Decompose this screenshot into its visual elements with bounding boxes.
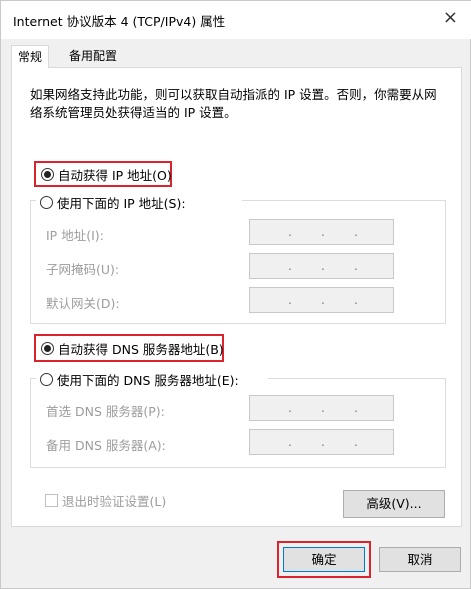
dns-manual-radio[interactable] (40, 372, 53, 386)
general-tab-panel: 如果网络支持此功能，则可以获取自动指派的 IP 设置。否则，你需要从网 络系统管… (11, 67, 462, 527)
dialog-window: Internet 协议版本 4 (TCP/IPv4) 属性 × 常规 备用配置 … (0, 0, 471, 589)
preferred-dns-input: . . . (249, 395, 394, 421)
ok-button[interactable]: 确定 (283, 547, 365, 572)
alternate-dns-label: 备用 DNS 服务器(A): (46, 438, 166, 453)
window-title: Internet 协议版本 4 (TCP/IPv4) 属性 (13, 14, 226, 29)
dns-auto-radio[interactable] (41, 341, 54, 355)
description-line-2: 络系统管理员处获得适当的 IP 设置。 (30, 105, 237, 120)
dns-auto-radio-option[interactable]: 自动获得 DNS 服务器地址(B) (41, 339, 224, 357)
ip-address-label: IP 地址(I): (46, 228, 104, 243)
ip-manual-radio[interactable] (40, 195, 53, 209)
dns-manual-label: 使用下面的 DNS 服务器地址(E): (57, 372, 239, 388)
ip-auto-radio-option[interactable]: 自动获得 IP 地址(O) (41, 165, 172, 183)
dns-manual-radio-option[interactable]: 使用下面的 DNS 服务器地址(E): (40, 370, 239, 388)
ip-manual-label: 使用下面的 IP 地址(S): (57, 195, 186, 211)
close-icon[interactable]: × (443, 9, 458, 27)
tab-general[interactable]: 常规 (11, 45, 50, 68)
title-bar: Internet 协议版本 4 (TCP/IPv4) 属性 × (1, 1, 471, 39)
ip-auto-radio[interactable] (41, 167, 54, 181)
cancel-button[interactable]: 取消 (379, 547, 461, 572)
ip-manual-radio-option[interactable]: 使用下面的 IP 地址(S): (40, 193, 186, 211)
tab-alternate-configuration[interactable]: 备用配置 (63, 47, 123, 67)
dns-auto-label: 自动获得 DNS 服务器地址(B) (58, 341, 224, 357)
ip-auto-label: 自动获得 IP 地址(O) (58, 167, 172, 183)
subnet-mask-label: 子网掩码(U): (46, 262, 120, 277)
preferred-dns-label: 首选 DNS 服务器(P): (46, 404, 165, 419)
validate-settings-option: 退出时验证设置(L) (45, 491, 166, 510)
subnet-mask-input: . . . (249, 253, 394, 279)
validate-settings-label: 退出时验证设置(L) (62, 494, 167, 509)
default-gateway-label: 默认网关(D): (46, 296, 120, 311)
ip-address-input: . . . (249, 219, 394, 245)
advanced-button[interactable]: 高级(V)... (343, 490, 445, 518)
default-gateway-input: . . . (249, 287, 394, 313)
validate-settings-checkbox (45, 494, 58, 507)
alternate-dns-input: . . . (249, 429, 394, 455)
description-line-1: 如果网络支持此功能，则可以获取自动指派的 IP 设置。否则，你需要从网 (30, 87, 437, 102)
